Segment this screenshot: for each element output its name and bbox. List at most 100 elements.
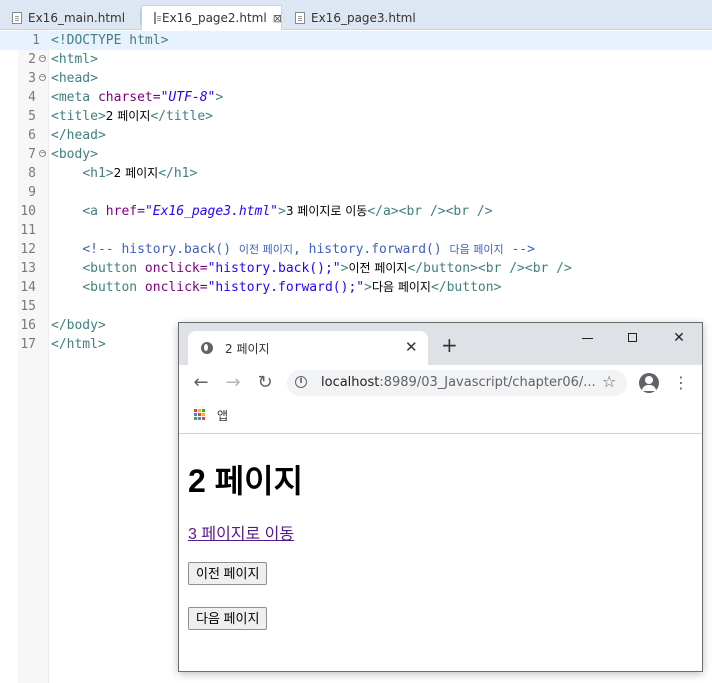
comment: --> bbox=[503, 242, 535, 257]
code-text: <meta charset="UTF-8"> bbox=[51, 88, 223, 107]
attr-value: "history.forward();" bbox=[207, 280, 365, 295]
tag: <button bbox=[82, 280, 138, 295]
fold-collapse-icon[interactable]: − bbox=[39, 55, 46, 62]
address-bar[interactable]: i localhost:8989/03_Javascript/chapter06… bbox=[287, 370, 627, 396]
attr-value: "Ex16_page3.html" bbox=[144, 204, 278, 219]
tag: <a bbox=[82, 204, 98, 219]
forward-button[interactable]: 다음 페이지 bbox=[188, 607, 268, 630]
browser-window: 2 페이지 ✕ + ✕ ← → ↻ i localhost:8989/03_Ja… bbox=[178, 322, 703, 672]
url-host: localhost bbox=[321, 375, 380, 390]
new-tab-button[interactable]: + bbox=[441, 335, 458, 355]
tab-label: Ex16_page3.html bbox=[311, 10, 416, 25]
code-text: <h1>2 페이지</h1> bbox=[51, 164, 197, 183]
comment: 이전 페이지 bbox=[238, 243, 293, 256]
code-line[interactable]: 8 <h1>2 페이지</h1> bbox=[0, 164, 712, 183]
fold-collapse-icon[interactable]: − bbox=[39, 74, 46, 81]
minimize-button[interactable] bbox=[568, 327, 608, 349]
tag: </html> bbox=[51, 337, 106, 352]
url-text: localhost:8989/03_Javascript/chapter06/.… bbox=[321, 375, 596, 390]
page-heading: 2 페이지 bbox=[188, 463, 304, 499]
close-window-button[interactable]: ✕ bbox=[659, 327, 699, 349]
doctype: <!DOCTYPE html> bbox=[51, 33, 169, 48]
code-text: <button onclick="history.forward();">다음 … bbox=[51, 278, 501, 297]
back-button[interactable]: 이전 페이지 bbox=[188, 562, 268, 585]
tag: </a><br /><br /> bbox=[367, 204, 493, 219]
code-text: </body> bbox=[51, 316, 106, 335]
code-line[interactable]: 4 <meta charset="UTF-8"> bbox=[0, 88, 712, 107]
line-number: 9 bbox=[28, 185, 36, 200]
browser-title-bar: 2 페이지 ✕ + ✕ bbox=[179, 323, 702, 365]
line-number: 7 bbox=[28, 147, 36, 162]
tag: </head> bbox=[51, 128, 106, 143]
maximize-button[interactable] bbox=[614, 327, 654, 349]
tag: </title> bbox=[150, 109, 213, 124]
attr: href= bbox=[97, 204, 145, 219]
tag: </h1> bbox=[158, 166, 198, 181]
tab-label: Ex16_main.html bbox=[28, 10, 126, 25]
line-number: 13 bbox=[20, 261, 36, 276]
tag: <body> bbox=[51, 147, 98, 162]
close-tab-icon[interactable]: ⊠ bbox=[273, 12, 282, 25]
tag: <html> bbox=[51, 52, 98, 67]
line-number: 15 bbox=[20, 299, 36, 314]
text-content: 다음 페이지 bbox=[371, 280, 431, 294]
close-tab-icon[interactable]: ✕ bbox=[405, 338, 418, 356]
tag: > bbox=[215, 90, 224, 105]
code-text: <head> bbox=[51, 69, 98, 88]
code-text: <!-- history.back() 이전 페이지, history.forw… bbox=[51, 240, 535, 259]
tag: <button bbox=[82, 261, 138, 276]
page3-link[interactable]: 3 페이지로 이동 bbox=[188, 520, 294, 544]
line-number: 11 bbox=[20, 223, 36, 238]
html-file-icon bbox=[12, 11, 22, 24]
comment: 다음 페이지 bbox=[449, 243, 504, 256]
line-number: 14 bbox=[20, 280, 36, 295]
line-number: 4 bbox=[28, 90, 36, 105]
code-text: <a href="Ex16_page3.html">3 페이지로 이동</a><… bbox=[51, 202, 493, 221]
code-line[interactable]: 11 bbox=[0, 221, 712, 240]
fold-collapse-icon[interactable]: − bbox=[39, 150, 46, 157]
reload-icon[interactable]: ↻ bbox=[254, 373, 276, 395]
browser-tab[interactable]: 2 페이지 ✕ bbox=[188, 331, 428, 365]
code-line[interactable]: 1 <!DOCTYPE html> bbox=[0, 31, 712, 50]
browser-tab-title: 2 페이지 bbox=[225, 342, 270, 356]
editor-tab-bar: Ex16_main.html Ex16_page2.html ⊠ Ex16_pa… bbox=[0, 0, 712, 30]
line-number: 17 bbox=[20, 337, 36, 352]
attr: charset= bbox=[90, 90, 161, 105]
text-content: 2 페이지 bbox=[105, 109, 151, 123]
attr: onclick= bbox=[137, 280, 208, 295]
tag: > bbox=[278, 204, 286, 219]
page-content: 2 페이지 3 페이지로 이동 이전 페이지 다음 페이지 bbox=[179, 434, 702, 671]
code-line[interactable]: 3 − <head> bbox=[0, 69, 712, 88]
code-line[interactable]: 14 <button onclick="history.forward();">… bbox=[0, 278, 712, 297]
globe-icon bbox=[201, 342, 213, 354]
code-text: <body> bbox=[51, 145, 98, 164]
code-line[interactable]: 13 <button onclick="history.back();">이전 … bbox=[0, 259, 712, 278]
tab-label: Ex16_page2.html bbox=[162, 11, 267, 25]
line-number: 12 bbox=[20, 242, 36, 257]
text-content: 이전 페이지 bbox=[348, 261, 408, 275]
tab-ex16-main[interactable]: Ex16_main.html bbox=[0, 5, 138, 30]
code-line[interactable]: 5 <title>2 페이지</title> bbox=[0, 107, 712, 126]
tag: </button><br /><br /> bbox=[407, 261, 572, 276]
back-arrow-icon[interactable]: ← bbox=[190, 373, 212, 395]
code-line[interactable]: 9 bbox=[0, 183, 712, 202]
tab-ex16-page2[interactable]: Ex16_page2.html ⊠ bbox=[141, 5, 282, 30]
code-line[interactable]: 7 − <body> bbox=[0, 145, 712, 164]
line-number: 6 bbox=[28, 128, 36, 143]
bookmarks-bar: 앱 bbox=[179, 401, 702, 434]
code-line[interactable]: 10 <a href="Ex16_page3.html">3 페이지로 이동</… bbox=[0, 202, 712, 221]
attr: onclick= bbox=[137, 261, 208, 276]
site-info-icon[interactable]: i bbox=[295, 376, 307, 388]
code-line[interactable]: 6 </head> bbox=[0, 126, 712, 145]
code-line[interactable]: 12 <!-- history.back() 이전 페이지, history.f… bbox=[0, 240, 712, 259]
bookmark-star-icon[interactable]: ☆ bbox=[602, 372, 616, 391]
tab-ex16-page3[interactable]: Ex16_page3.html bbox=[283, 5, 423, 30]
apps-grid-icon[interactable] bbox=[194, 409, 206, 421]
line-number: 16 bbox=[20, 318, 36, 333]
code-line[interactable]: 2 − <html> bbox=[0, 50, 712, 69]
kebab-menu-icon[interactable]: ⋮ bbox=[673, 373, 689, 392]
apps-bookmark[interactable]: 앱 bbox=[217, 407, 228, 424]
code-line[interactable]: 15 bbox=[0, 297, 712, 316]
profile-avatar-icon[interactable] bbox=[639, 373, 659, 393]
forward-arrow-icon[interactable]: → bbox=[222, 373, 244, 395]
